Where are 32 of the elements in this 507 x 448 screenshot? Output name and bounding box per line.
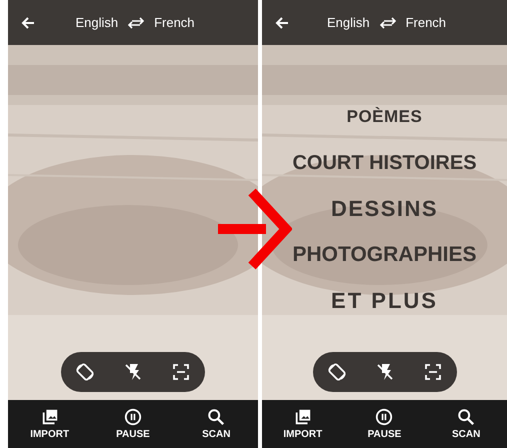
translated-text: POÈMES (346, 106, 422, 128)
target-language[interactable]: French (154, 15, 195, 30)
swap-icon[interactable] (380, 16, 396, 28)
nav-button[interactable]: PAUSE (354, 408, 414, 440)
translated-text: DESSINS (330, 197, 438, 221)
swap-icon[interactable] (128, 16, 144, 28)
rotate-icon[interactable] (326, 362, 346, 382)
scan-frame-icon[interactable] (422, 362, 442, 382)
arrow-icon (216, 186, 292, 272)
back-arrow-icon[interactable] (274, 14, 290, 30)
gallery-icon (40, 408, 59, 426)
pause-icon (375, 408, 394, 426)
nav-button[interactable]: SCAN (186, 408, 246, 440)
back-arrow-icon[interactable] (20, 14, 36, 30)
translated-text: PHOTOGRAPHIES (292, 243, 476, 267)
rotate-icon[interactable] (75, 362, 95, 382)
search-icon (457, 408, 476, 426)
target-language[interactable]: French (406, 15, 446, 30)
gallery-icon (294, 408, 312, 426)
flash-off-icon[interactable] (374, 362, 394, 382)
nav-button[interactable]: PAUSE (102, 408, 163, 440)
nav-button[interactable]: IMPORT (272, 408, 333, 440)
source-language[interactable]: English (75, 15, 118, 30)
source-language[interactable]: English (326, 15, 370, 30)
nav-button[interactable]: SCAN (436, 408, 496, 440)
translated-text: ET PLUS (331, 289, 438, 313)
pause-icon (124, 408, 142, 426)
nav-button[interactable]: IMPORT (20, 408, 80, 440)
scan-frame-icon[interactable] (171, 362, 191, 382)
translated-text: COURT HISTOIRES (292, 151, 477, 175)
search-icon (207, 408, 226, 426)
flash-off-icon[interactable] (123, 362, 143, 382)
